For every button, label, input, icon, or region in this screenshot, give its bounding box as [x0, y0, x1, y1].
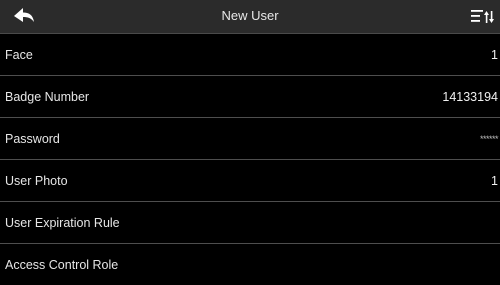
row-value: 14133194 [442, 89, 498, 104]
row-face[interactable]: Face 1 [0, 34, 500, 76]
row-label: User Photo [5, 173, 68, 188]
row-password[interactable]: Password ****** [0, 118, 500, 160]
row-label: Badge Number [5, 89, 90, 104]
row-badge-number[interactable]: Badge Number 14133194 [0, 76, 500, 118]
menu-sort-icon [471, 10, 494, 23]
row-label: Face [5, 47, 33, 62]
row-value: ****** [479, 133, 499, 144]
row-access-control-role[interactable]: Access Control Role [0, 244, 500, 285]
row-label: Password [5, 131, 60, 146]
user-field-list: Face 1 Badge Number 14133194 Password **… [0, 34, 500, 285]
row-label: Access Control Role [5, 257, 119, 272]
row-user-expiration-rule[interactable]: User Expiration Rule [0, 202, 500, 244]
row-label: User Expiration Rule [5, 215, 120, 230]
new-user-screen: New User Face 1 Badge Number 14133194 Pa… [0, 0, 500, 285]
page-title: New User [221, 8, 279, 23]
row-value: 1 [491, 47, 498, 62]
header-bar: New User [0, 0, 500, 34]
menu-button[interactable] [466, 4, 498, 30]
row-value: 1 [491, 173, 498, 188]
row-user-photo[interactable]: User Photo 1 [0, 160, 500, 202]
